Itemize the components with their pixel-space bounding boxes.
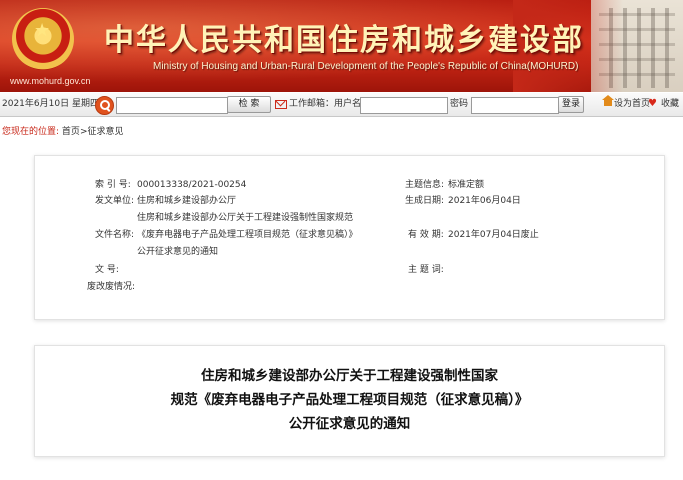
- document-info-panel: 索 引 号: 000013338/2021-00254 主题信息: 标准定额 发…: [34, 155, 665, 320]
- current-date: 2021年6月10日 星期四: [2, 99, 99, 109]
- subject-value: 标准定额: [448, 180, 485, 190]
- article-title-line1: 住房和城乡建设部办公厅关于工程建设强制性国家: [201, 368, 498, 384]
- doc-title-line3: 公开征求意见的通知: [137, 247, 219, 257]
- login-button[interactable]: 登录: [558, 96, 584, 113]
- site-subtitle: Ministry of Housing and Urban-Rural Deve…: [153, 61, 579, 72]
- top-toolbar: 2021年6月10日 星期四 检 索 工作邮箱：用户名 密码 登录 设为首页 ♥…: [0, 93, 683, 117]
- index-value: 000013338/2021-00254: [137, 180, 247, 190]
- mail-icon: [275, 100, 287, 109]
- breadcrumb-current[interactable]: 征求意见: [87, 127, 123, 137]
- issuer-label: 发文单位:: [95, 196, 135, 206]
- password-input[interactable]: [471, 97, 559, 114]
- national-emblem-icon: ★: [12, 8, 74, 70]
- subject-label: 主题信息:: [405, 180, 445, 190]
- site-url: www.mohurd.gov.cn: [10, 76, 91, 86]
- search-icon[interactable]: [95, 96, 114, 115]
- favorite-link[interactable]: 收藏: [661, 93, 679, 116]
- article-title-line3: 公开征求意见的通知: [288, 416, 411, 432]
- breadcrumb-home[interactable]: 首页: [62, 127, 80, 137]
- home-icon: [602, 95, 614, 106]
- issuer-value: 住房和城乡建设部办公厅: [137, 196, 237, 206]
- date-label: 生成日期:: [405, 196, 445, 206]
- doc-title-label: 文件名称:: [95, 230, 135, 240]
- search-button[interactable]: 检 索: [227, 96, 271, 113]
- username-input[interactable]: [360, 97, 448, 114]
- breadcrumb: 您现在的位置: 首页>征求意见: [2, 124, 124, 137]
- keywords-label: 主 题 词:: [408, 265, 444, 275]
- set-homepage-link[interactable]: 设为首页: [614, 93, 650, 116]
- doc-title-line2: 《废弃电器电子产品处理工程项目规范（征求意见稿）》: [137, 230, 358, 240]
- search-input[interactable]: [116, 97, 228, 114]
- header-banner: ★ 中华人民共和国住房和城乡建设部 Ministry of Housing an…: [0, 0, 683, 92]
- breadcrumb-location-label: 您现在的位置:: [2, 127, 60, 137]
- valid-value: 2021年07月04日废止: [448, 230, 539, 240]
- article-title-panel: 住房和城乡建设部办公厅关于工程建设强制性国家 规范《废弃电器电子产品处理工程项目…: [34, 345, 665, 457]
- password-label: 密码: [450, 99, 469, 109]
- index-label: 索 引 号:: [95, 180, 131, 190]
- valid-label: 有 效 期:: [408, 230, 444, 240]
- date-value: 2021年06月04日: [448, 196, 521, 206]
- doc-title-line1: 住房和城乡建设部办公厅关于工程建设强制性国家规范: [137, 213, 354, 223]
- site-title: 中华人民共和国住房和城乡建设部: [104, 23, 584, 58]
- article-title-line2: 规范《废弃电器电子产品处理工程项目规范（征求意见稿）》: [170, 392, 529, 408]
- docno-label: 文 号:: [95, 265, 119, 275]
- mail-label: 工作邮箱：用户名: [289, 99, 362, 109]
- abolish-label: 废改废情况:: [87, 282, 136, 292]
- favorite-icon: ♥: [648, 98, 657, 109]
